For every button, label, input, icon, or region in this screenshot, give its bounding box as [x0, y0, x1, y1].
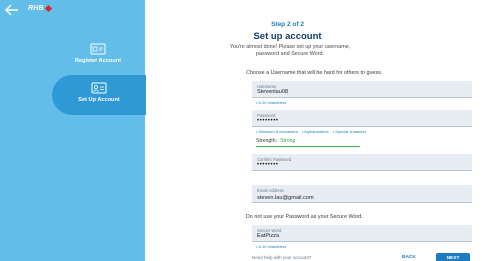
password-hint: • Alphanumeric: [301, 129, 329, 134]
register-card-icon: [90, 43, 106, 55]
next-button[interactable]: NEXT: [436, 253, 470, 261]
password-hint: • Minimum 8 characters: [256, 129, 298, 134]
secure-word-note: Do not use your Password as your Secure …: [246, 214, 363, 220]
secure-word-field[interactable]: Secure Word EatPizza: [252, 225, 472, 242]
password-value[interactable]: ••••••••: [257, 118, 457, 124]
sidebar-step-label: Register Account: [74, 58, 122, 64]
confirm-password-field[interactable]: Confirm Password ••••••••: [252, 154, 472, 171]
step-indicator: Step 2 of 2: [271, 21, 304, 28]
username-hint: • 6-20 characters: [256, 100, 287, 105]
page-title: Set up account: [253, 31, 322, 42]
back-arrow-icon[interactable]: [5, 4, 19, 16]
password-strength: Strength: Strong: [256, 138, 295, 144]
email-label: Email Address: [257, 188, 284, 193]
page-subtitle: You're almost done! Please set up your u…: [229, 44, 351, 57]
password-field[interactable]: Password ••••••••: [252, 110, 472, 127]
confirm-password-value[interactable]: ••••••••: [257, 162, 457, 168]
sidebar: RHB Register Account Set Up Account: [0, 0, 146, 261]
email-field[interactable]: Email Address steven.lau@gmail.com: [252, 185, 472, 203]
username-field[interactable]: Username Stevenlau08: [252, 81, 472, 98]
rhb-logo: RHB: [28, 4, 52, 13]
strength-bar-fill: [256, 146, 360, 148]
secure-word-hint: • 6-10 characters: [256, 244, 287, 249]
main-panel: Step 2 of 2 Set up account You're almost…: [145, 0, 482, 261]
sidebar-step-label: Set Up Account: [78, 97, 120, 103]
email-value[interactable]: steven.lau@gmail.com: [257, 195, 457, 201]
password-hint: • Special character: [332, 129, 367, 134]
back-button[interactable]: BACK: [402, 255, 416, 260]
secure-word-value[interactable]: EatPizza: [257, 233, 457, 239]
setup-account-icon: [91, 82, 107, 94]
username-value[interactable]: Stevenlau08: [257, 89, 457, 95]
username-note: Choose a Username that will be hard for …: [246, 70, 383, 76]
strength-bar: [256, 146, 360, 148]
password-hints: • Minimum 8 characters • Alphanumeric • …: [256, 129, 366, 134]
help-link[interactable]: Need help with your account?: [252, 255, 311, 260]
sidebar-step-set-up-account[interactable]: Set Up Account: [52, 75, 146, 115]
strength-value: Strong: [280, 138, 296, 144]
strength-label: Strength:: [256, 138, 278, 144]
sidebar-step-register-account[interactable]: Register Account: [60, 42, 136, 64]
